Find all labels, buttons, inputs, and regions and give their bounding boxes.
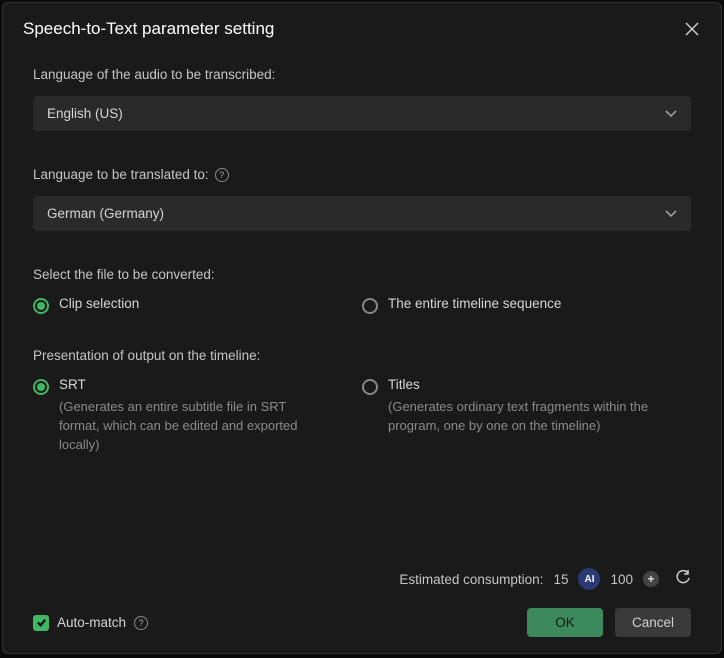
- dialog-buttons: OK Cancel: [527, 608, 691, 637]
- help-icon[interactable]: ?: [215, 168, 229, 182]
- source-language-select[interactable]: English (US): [33, 96, 691, 131]
- file-select-label: Select the file to be converted:: [33, 267, 691, 282]
- chevron-down-icon: [665, 206, 677, 221]
- cancel-button[interactable]: Cancel: [615, 608, 691, 637]
- bottom-row: Auto-match ? OK Cancel: [33, 608, 691, 637]
- source-language-label: Language of the audio to be transcribed:: [33, 67, 691, 82]
- dialog-footer: Estimated consumption: 15 AI 100 + Auto-…: [33, 568, 691, 637]
- help-icon[interactable]: ?: [134, 616, 148, 630]
- radio-description: (Generates ordinary text fragments withi…: [388, 398, 658, 436]
- radio-icon[interactable]: [33, 298, 49, 314]
- radio-description: (Generates an entire subtitle file in SR…: [59, 398, 329, 455]
- file-select-radios: Clip selection The entire timeline seque…: [33, 296, 691, 314]
- target-language-value: German (Germany): [47, 206, 164, 221]
- dialog-body: Language of the audio to be transcribed:…: [3, 51, 721, 455]
- ai-credits-icon: AI: [578, 568, 600, 590]
- estimated-consumption-label: Estimated consumption:: [399, 572, 543, 587]
- radio-icon[interactable]: [362, 298, 378, 314]
- presentation-radios: SRT (Generates an entire subtitle file i…: [33, 377, 691, 455]
- refresh-icon[interactable]: [675, 570, 691, 589]
- radio-icon[interactable]: [33, 379, 49, 395]
- dialog-header: Speech-to-Text parameter setting: [3, 3, 721, 51]
- target-language-label: Language to be translated to: ?: [33, 167, 691, 182]
- chevron-down-icon: [665, 106, 677, 121]
- radio-icon[interactable]: [362, 379, 378, 395]
- target-language-select[interactable]: German (Germany): [33, 196, 691, 231]
- radio-label: The entire timeline sequence: [388, 296, 561, 311]
- radio-label: Clip selection: [59, 296, 139, 311]
- ok-button[interactable]: OK: [527, 608, 603, 637]
- radio-titles[interactable]: Titles (Generates ordinary text fragment…: [362, 377, 691, 455]
- auto-match-label: Auto-match: [57, 615, 126, 630]
- close-icon[interactable]: [683, 20, 701, 38]
- radio-label: Titles: [388, 377, 658, 392]
- auto-match-checkbox-row[interactable]: Auto-match ?: [33, 615, 148, 631]
- presentation-label: Presentation of output on the timeline:: [33, 348, 691, 363]
- estimated-consumption-row: Estimated consumption: 15 AI 100 +: [33, 568, 691, 590]
- estimated-consumption-value: 15: [553, 572, 568, 587]
- stt-settings-dialog: Speech-to-Text parameter setting Languag…: [2, 2, 722, 654]
- radio-label: SRT: [59, 377, 329, 392]
- add-credits-icon[interactable]: +: [643, 571, 659, 587]
- radio-clip-selection[interactable]: Clip selection: [33, 296, 362, 314]
- credits-value: 100: [610, 572, 633, 587]
- dialog-title: Speech-to-Text parameter setting: [23, 19, 274, 39]
- source-language-value: English (US): [47, 106, 123, 121]
- radio-entire-timeline[interactable]: The entire timeline sequence: [362, 296, 691, 314]
- radio-srt[interactable]: SRT (Generates an entire subtitle file i…: [33, 377, 362, 455]
- checkbox-icon[interactable]: [33, 615, 49, 631]
